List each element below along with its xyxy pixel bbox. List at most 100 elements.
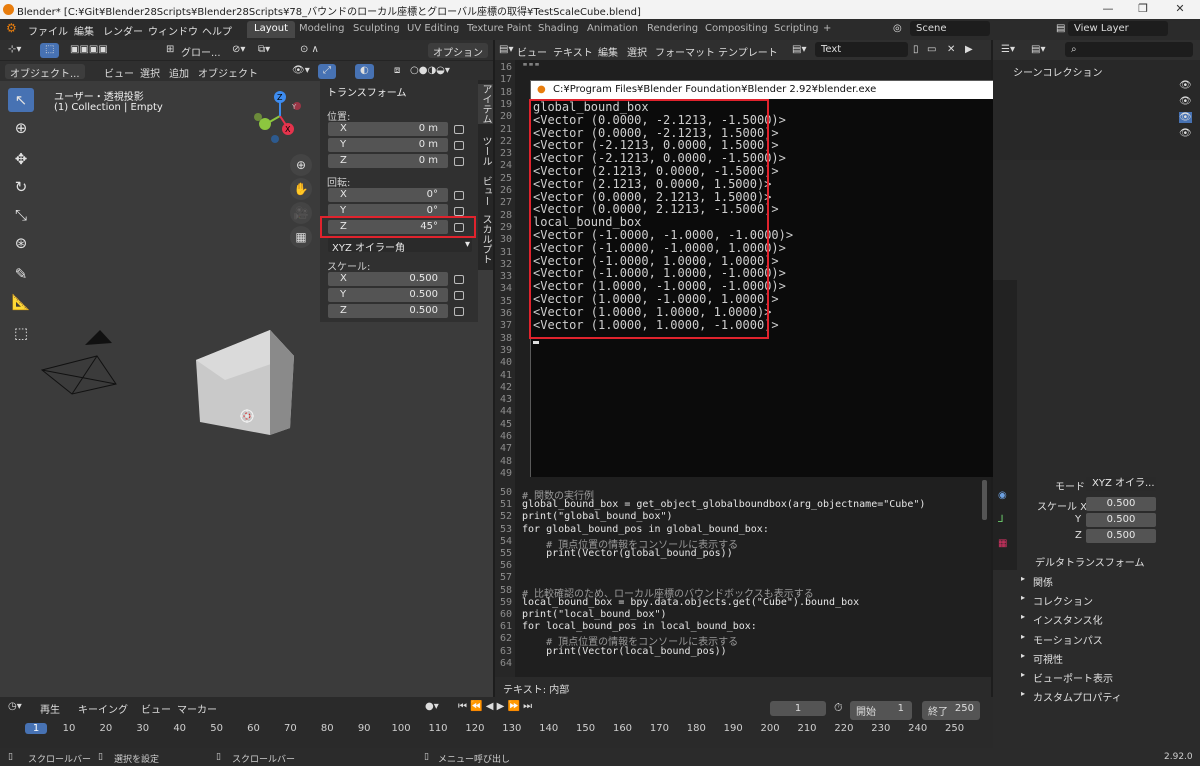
constraints-tab-icon[interactable]: ⅃ bbox=[998, 514, 1004, 525]
scale-y-prop[interactable]: 0.500 bbox=[1086, 513, 1156, 527]
expand-arrow-icon[interactable]: ▸ bbox=[1021, 574, 1025, 583]
expand-arrow-icon[interactable]: ▸ bbox=[1021, 593, 1025, 602]
code-line[interactable]: print(Vector(local_bound_pos)) bbox=[522, 646, 727, 657]
outliner[interactable]: シーンコレクション 👁 👁 👁 👁 bbox=[993, 60, 1200, 160]
transform-orientation-dropdown[interactable]: グロー... bbox=[181, 44, 221, 59]
tab-texture-paint[interactable]: Texture Paint bbox=[460, 21, 539, 38]
physics-tab-icon[interactable]: ◉ bbox=[998, 490, 1007, 501]
expand-arrow-icon[interactable]: ▸ bbox=[1021, 612, 1025, 621]
lock-icon[interactable] bbox=[454, 207, 464, 216]
tab-animation[interactable]: Animation bbox=[580, 21, 645, 38]
visibility-eye-icon[interactable]: 👁 bbox=[1179, 112, 1192, 123]
tab-shading[interactable]: Shading bbox=[531, 21, 586, 38]
select-mode-icons[interactable]: ▣▣▣▣ bbox=[70, 44, 108, 55]
text-name-field[interactable]: Text bbox=[815, 42, 908, 57]
open-text-icon[interactable]: ▭ bbox=[927, 44, 936, 55]
tab-layout[interactable]: Layout bbox=[247, 21, 295, 38]
view-layer-selector[interactable]: View Layer bbox=[1068, 21, 1168, 36]
3d-viewport[interactable]: ⊹▾ ⬚ ▣▣▣▣ ⊞ グロー... ⊘▾ ⧉▾ ⊙ ∧ オプション オブジェク… bbox=[0, 40, 493, 697]
menu-file[interactable]: ファイル bbox=[28, 23, 68, 38]
transform-tool-icon[interactable]: ⊛ bbox=[8, 231, 34, 255]
te-view-menu[interactable]: ビュー bbox=[517, 44, 547, 59]
menu-window[interactable]: ウィンドウ bbox=[148, 23, 198, 38]
expand-arrow-icon[interactable]: ▸ bbox=[1021, 689, 1025, 698]
tab-modeling[interactable]: Modeling bbox=[292, 21, 352, 38]
outliner-search-icon[interactable]: ⌕ bbox=[1065, 42, 1193, 57]
unlink-text-icon[interactable]: ✕ bbox=[947, 44, 955, 55]
annotate-tool-icon[interactable]: ✎ bbox=[8, 262, 34, 286]
zoom-icon[interactable]: ⊕ bbox=[290, 154, 312, 176]
location-y-field[interactable]: Y0 m bbox=[328, 138, 448, 152]
outliner-type-icon[interactable]: ☰▾ bbox=[1001, 44, 1015, 55]
property-section[interactable]: 関係 bbox=[1033, 574, 1053, 589]
select-tool-icon[interactable]: ↖ bbox=[8, 88, 34, 112]
text-datablock-icon[interactable]: ▤▾ bbox=[792, 44, 806, 55]
rotation-mode-dropdown[interactable]: XYZ オイラ... bbox=[1086, 477, 1156, 491]
location-z-field[interactable]: Z0 m bbox=[328, 154, 448, 168]
te-edit-menu[interactable]: 編集 bbox=[598, 44, 618, 59]
code-line[interactable]: print("global_bound_box") bbox=[522, 511, 673, 522]
outliner-display-icon[interactable]: ▤▾ bbox=[1031, 44, 1045, 55]
lock-icon[interactable] bbox=[454, 191, 464, 200]
camera-icon[interactable]: 🎥 bbox=[290, 202, 312, 224]
code-line[interactable]: for global_bound_pos in global_bound_box… bbox=[522, 524, 769, 535]
blender-menu-icon[interactable]: ⚙ bbox=[6, 21, 17, 35]
tab-tool[interactable]: ツール bbox=[478, 136, 493, 166]
code-line[interactable]: for local_bound_pos in local_bound_box: bbox=[522, 621, 757, 632]
text-editor-scrollbar[interactable] bbox=[982, 480, 987, 520]
te-format-menu[interactable]: フォーマット bbox=[655, 44, 715, 59]
timeline-ruler[interactable]: 1 10 20 30 40 50 60 70 80 90 100 110 120 130 140 150 160… bbox=[0, 697, 993, 748]
texture-tab-icon[interactable]: ▦ bbox=[998, 538, 1007, 549]
visibility-eye-icon[interactable]: 👁 bbox=[1179, 80, 1192, 91]
view-menu[interactable]: ビュー bbox=[104, 65, 134, 80]
scale-x-prop[interactable]: 0.500 bbox=[1086, 497, 1156, 511]
scale-tool-icon[interactable]: ⤡ bbox=[8, 203, 34, 227]
visibility-eye-icon[interactable]: 👁 bbox=[1179, 128, 1192, 139]
minimize-button[interactable]: — bbox=[1098, 2, 1118, 15]
menu-render[interactable]: レンダー bbox=[103, 23, 143, 38]
expand-arrow-icon[interactable]: ▸ bbox=[1021, 651, 1025, 660]
property-section[interactable]: モーションパス bbox=[1033, 632, 1103, 647]
lock-icon[interactable] bbox=[454, 125, 464, 134]
code-line[interactable]: """ bbox=[522, 62, 540, 73]
menu-help[interactable]: ヘルプ bbox=[202, 23, 232, 38]
maximize-button[interactable]: ❐ bbox=[1133, 2, 1153, 15]
property-section[interactable]: ビューポート表示 bbox=[1033, 670, 1113, 685]
visibility-icon[interactable]: 👁▾ bbox=[292, 65, 310, 76]
options-dropdown[interactable]: オプション bbox=[428, 43, 488, 59]
scale-x-field[interactable]: X 0.500 bbox=[328, 272, 448, 286]
visibility-eye-icon[interactable]: 👁 bbox=[1179, 96, 1192, 107]
lock-icon[interactable] bbox=[454, 307, 464, 316]
scale-z-prop[interactable]: 0.500 bbox=[1086, 529, 1156, 543]
snap-icon[interactable]: ⧉▾ bbox=[258, 44, 270, 55]
overlay-toggle-icon[interactable]: ◐ bbox=[355, 64, 374, 79]
lock-icon[interactable] bbox=[454, 141, 464, 150]
text-editor-type-icon[interactable]: ▤▾ bbox=[499, 44, 513, 55]
lock-icon[interactable] bbox=[454, 291, 464, 300]
shading-modes-icon[interactable]: ○●◑◒▾ bbox=[410, 65, 450, 76]
object-menu[interactable]: オブジェクト bbox=[198, 65, 258, 80]
rotation-x-field[interactable]: X 0° bbox=[328, 188, 448, 202]
te-template-menu[interactable]: テンプレート bbox=[718, 44, 778, 59]
mode-dropdown[interactable]: オブジェクト... bbox=[5, 64, 85, 80]
code-line[interactable]: global_bound_box = get_object_globalboun… bbox=[522, 499, 925, 510]
te-select-menu[interactable]: 選択 bbox=[627, 44, 647, 59]
tab-sculpt[interactable]: スカルプト bbox=[478, 214, 493, 264]
xray-icon[interactable]: ⧈ bbox=[394, 65, 400, 76]
code-line[interactable]: local_bound_box = bpy.data.objects.get("… bbox=[522, 597, 859, 608]
scene-selector[interactable]: Scene bbox=[910, 21, 990, 36]
scale-z-field[interactable]: Z 0.500 bbox=[328, 304, 448, 318]
property-section[interactable]: インスタンス化 bbox=[1033, 612, 1103, 627]
rotation-mode-dropdown[interactable]: XYZ オイラー角 ▾ bbox=[328, 238, 472, 254]
editor-type-icon[interactable]: ⊹▾ bbox=[8, 44, 21, 55]
add-menu[interactable]: 追加 bbox=[169, 65, 189, 80]
code-line[interactable]: print(Vector(global_bound_pos)) bbox=[522, 548, 733, 559]
move-tool-icon[interactable]: ✥ bbox=[8, 147, 34, 171]
navigation-gizmo[interactable]: Z X Y bbox=[248, 88, 318, 144]
te-text-menu[interactable]: テキスト bbox=[553, 44, 593, 59]
location-x-field[interactable]: X0 m bbox=[328, 122, 448, 136]
gizmo-toggle-icon[interactable]: ⤢ bbox=[318, 64, 336, 79]
lock-icon[interactable] bbox=[454, 157, 464, 166]
cursor-tool-icon[interactable]: ⊕ bbox=[8, 116, 34, 140]
menu-edit[interactable]: 編集 bbox=[74, 23, 94, 38]
